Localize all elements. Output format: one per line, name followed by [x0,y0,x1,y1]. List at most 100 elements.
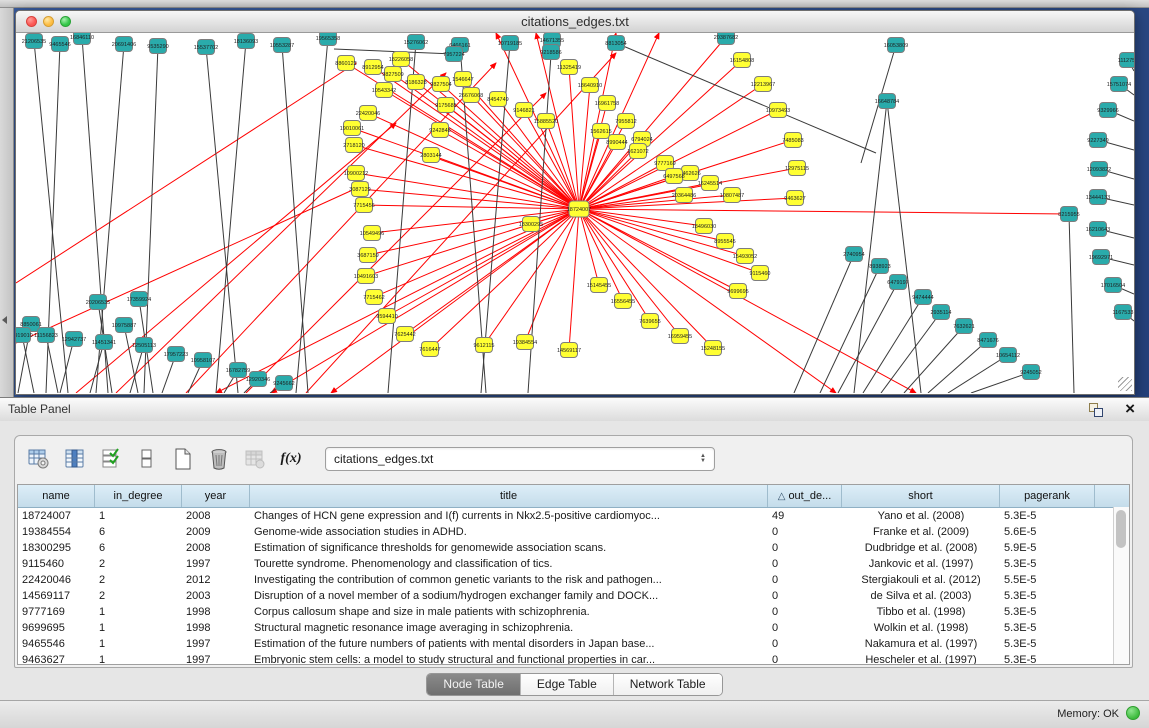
network-node-yellow[interactable]: 15248155 [701,341,725,356]
network-node-yellow[interactable]: 8912954 [362,60,383,75]
table-row[interactable]: 2242004622012Investigating the contribut… [18,572,1129,588]
network-node-yellow[interactable]: 16245514 [698,176,722,191]
network-node-teal[interactable]: 10958107 [191,353,215,368]
network-node-teal[interactable]: 9535290 [147,39,168,54]
network-node-yellow[interactable]: 7625442 [394,327,415,342]
network-node-teal[interactable]: 9227349 [1087,133,1108,148]
network-node-yellow[interactable]: 8454749 [487,92,508,107]
collapse-arrow-icon[interactable] [2,316,7,324]
network-node-yellow[interactable]: 16961758 [595,96,619,111]
network-node-teal[interactable]: 18136093 [234,34,258,49]
network-node-yellow[interactable]: 10900212 [344,166,368,181]
network-node-teal[interactable]: 2740954 [843,247,864,262]
network-node-teal[interactable]: 10975887 [112,318,136,333]
column-header-pagerank[interactable]: pagerank [1000,485,1095,507]
network-node-yellow[interactable]: 16556455 [611,294,635,309]
network-node-yellow[interactable]: 3087129 [349,182,370,197]
table-settings-icon[interactable] [27,447,51,471]
network-node-teal[interactable]: 10553287 [270,38,294,53]
network-node-teal[interactable]: 9474444 [912,290,933,305]
network-node-yellow[interactable]: 1621072 [627,144,648,159]
network-node-teal[interactable]: 7957224 [443,47,464,62]
table-row[interactable]: 969969511998Structural magnetic resonanc… [18,620,1129,636]
table-row[interactable]: 946362711997Embryonic stem cells: a mode… [18,652,1129,665]
network-node-yellow[interactable]: 9115460 [749,266,770,281]
network-node-yellow[interactable]: 8955545 [714,234,735,249]
network-node-yellow[interactable]: 18496030 [692,219,716,234]
network-node-yellow[interactable]: 7955812 [615,114,636,129]
resize-grip-icon[interactable] [1118,377,1132,391]
network-node-teal[interactable]: 11451341 [92,335,116,350]
network-node-teal[interactable]: 9329966 [1097,103,1118,118]
table-row[interactable]: 977716911998Corpus callosum shape and si… [18,604,1129,620]
network-node-teal[interactable]: 21206535 [22,34,46,49]
network-node-yellow[interactable]: 1546647 [452,72,473,87]
network-node-teal[interactable]: 10719185 [498,36,522,51]
network-node-teal[interactable]: 12093822 [1087,162,1111,177]
network-node-yellow[interactable]: 9827509 [382,67,403,82]
network-node-teal[interactable]: 3919010 [16,328,33,343]
network-node-yellow[interactable]: 12975115 [785,161,809,176]
network-node-yellow[interactable]: 9175685 [435,98,456,113]
network-node-yellow[interactable]: 16154808 [730,53,754,68]
network-node-yellow[interactable]: 18226058 [389,52,413,67]
network-node-yellow[interactable]: 26676068 [459,88,483,103]
network-node-teal[interactable]: 7632621 [953,319,974,334]
table-row[interactable]: 1872400712008Changes of HCN gene express… [18,508,1129,524]
row-select-icon[interactable] [99,447,123,471]
cell-split-icon[interactable] [135,447,159,471]
network-node-yellow[interactable]: 18640910 [578,78,602,93]
column-header-out_de[interactable]: △out_de... [768,485,842,507]
network-node-yellow[interactable]: 10543342 [372,83,396,98]
table-row[interactable]: 1830029562008Estimation of significance … [18,540,1129,556]
column-header-title[interactable]: title [250,485,768,507]
network-node-teal[interactable]: 17957223 [164,347,188,362]
network-node-yellow[interactable]: 20364486 [672,188,696,203]
network-node-teal[interactable]: 8813054 [605,36,626,51]
network-node-teal[interactable]: 2935114 [930,305,951,320]
network-node-yellow[interactable]: 10491603 [354,269,378,284]
network-node-teal[interactable]: 12505113 [132,338,156,353]
network-node-yellow[interactable]: 8860123 [335,56,356,71]
network-window[interactable]: citations_edges.txt 8860123 8912954 182260… [15,10,1135,395]
network-node-teal[interactable]: 19565358 [316,33,340,46]
column-header-name[interactable]: name [18,485,95,507]
column-header-year[interactable]: year [182,485,250,507]
float-window-icon[interactable] [1089,403,1103,416]
network-node-yellow[interactable]: 9463627 [784,191,805,206]
network-node-teal[interactable]: 16782759 [226,363,250,378]
table-scrollbar[interactable] [1113,507,1129,664]
network-node-yellow[interactable]: 9242848 [429,123,450,138]
table-row[interactable]: 946554611997Estimation of the future num… [18,636,1129,652]
column-visibility-icon[interactable] [63,447,87,471]
network-node-teal[interactable]: 16053809 [884,38,908,53]
network-node-yellow[interactable]: 15493052 [733,249,757,264]
network-node-teal[interactable]: 9465546 [49,37,70,52]
network-node-yellow[interactable]: 15885520 [534,114,558,129]
network-node-yellow[interactable]: 10807487 [720,188,744,203]
network-node-teal[interactable]: 20206535 [86,295,110,310]
network-window-titlebar[interactable]: citations_edges.txt [16,11,1134,33]
tab-network-table[interactable]: Network Table [614,674,722,695]
network-node-yellow[interactable]: 9146821 [513,103,534,118]
network-node-yellow[interactable]: 10973493 [766,103,790,118]
network-node-teal[interactable]: 6479197 [887,275,908,290]
network-node-teal[interactable]: 20691406 [112,37,136,52]
network-node-yellow[interactable]: 7715462 [363,290,384,305]
network-node-yellow[interactable]: 14569117 [557,343,581,358]
network-node-yellow[interactable]: 7715456 [353,198,374,213]
network-node-teal[interactable]: 1167533 [1112,305,1133,320]
network-node-yellow[interactable]: 6497568 [663,169,684,184]
network-node-teal[interactable]: 13444133 [1086,190,1110,205]
column-header-short[interactable]: short [842,485,1000,507]
network-node-yellow[interactable]: 11325419 [557,60,581,75]
network-node-teal[interactable]: 15276062 [404,35,428,50]
tab-node-table[interactable]: Node Table [427,674,521,695]
table-row[interactable]: 1456911722003Disruption of a novel membe… [18,588,1129,604]
network-node-yellow[interactable]: 3687159 [357,248,378,263]
network-node-teal[interactable]: 1112755 [1118,53,1134,68]
network-node-yellow[interactable]: 8990444 [606,135,627,150]
control-panel-splitter[interactable] [0,8,14,397]
new-table-icon[interactable] [171,447,195,471]
network-node-teal[interactable]: 16648784 [875,94,899,109]
